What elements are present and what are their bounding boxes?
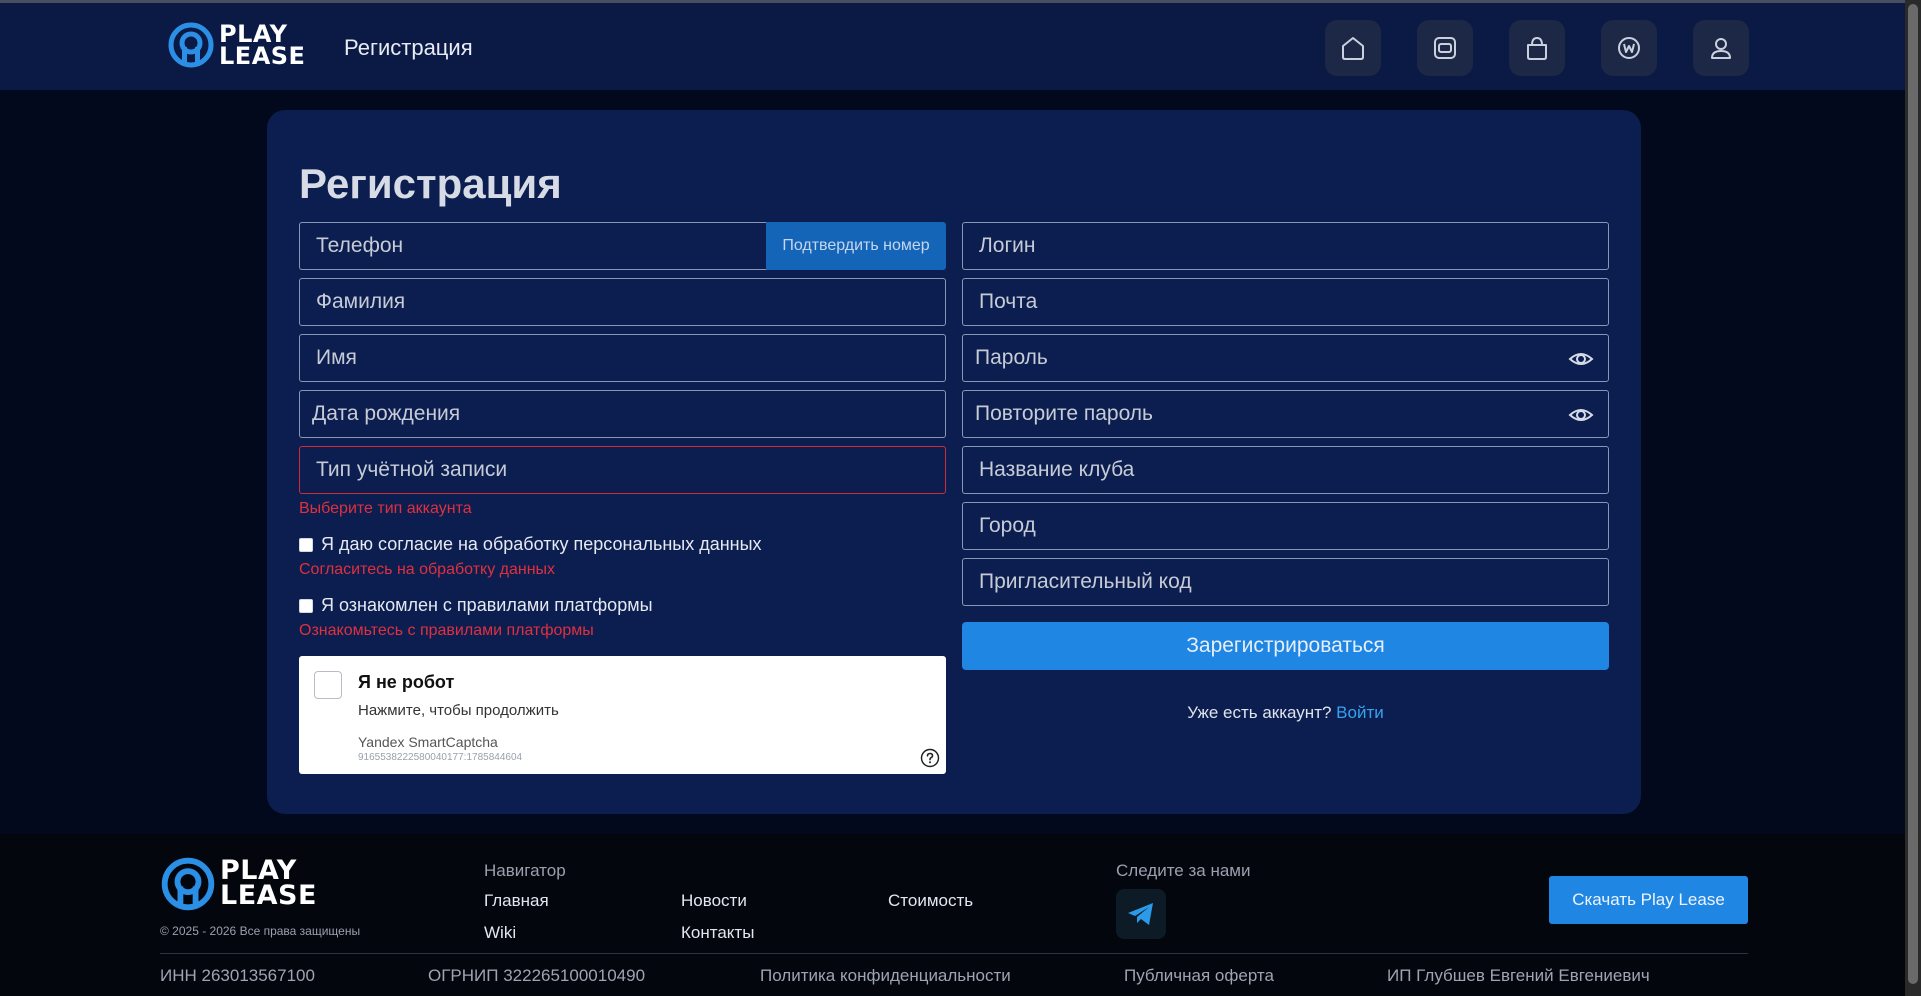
- confirm-phone-button[interactable]: Подтвердить номер: [766, 222, 946, 270]
- birthdate-input[interactable]: [300, 391, 945, 437]
- logo-icon: [168, 22, 214, 68]
- footer-link-contacts[interactable]: Контакты: [681, 923, 754, 943]
- footer-logo-wordmark: PLAY LEASE: [220, 857, 317, 911]
- login-link[interactable]: Войти: [1336, 703, 1384, 722]
- wallet-icon: [1434, 37, 1456, 59]
- registration-card: Регистрация Подтвердить номер Выберите т…: [267, 110, 1641, 814]
- site-footer: PLAY LEASE © 2025 - 2026 Все права защищ…: [0, 834, 1905, 996]
- follow-heading: Следите за нами: [1116, 861, 1251, 880]
- captcha-widget: Я не робот Нажмите, чтобы продолжить Yan…: [299, 656, 946, 774]
- footer-link-wiki[interactable]: Wiki: [484, 923, 516, 943]
- nav-profile-button[interactable]: [1693, 20, 1749, 76]
- public-offer-link[interactable]: Публичная оферта: [1124, 966, 1274, 986]
- telegram-icon: [1128, 903, 1153, 925]
- nav-home-button[interactable]: [1325, 20, 1381, 76]
- wiki-icon: [1618, 37, 1640, 59]
- captcha-title: Я не робот: [358, 672, 455, 692]
- logo-icon: [161, 857, 215, 911]
- footer-link-home[interactable]: Главная: [484, 891, 549, 911]
- consent-row[interactable]: Я даю согласие на обработку персональных…: [299, 534, 946, 555]
- phone-row: Подтвердить номер: [299, 222, 946, 278]
- password-input[interactable]: [963, 335, 1608, 381]
- copyright-text: © 2025 - 2026 Все права защищены: [160, 924, 361, 938]
- bag-icon: [1527, 36, 1547, 60]
- login-field-wrapper: [962, 222, 1609, 270]
- legal-inn: ИНН 263013567100: [160, 966, 315, 985]
- captcha-subtitle: Нажмите, чтобы продолжить: [358, 702, 559, 719]
- logo-line-2: LEASE: [219, 42, 306, 70]
- legal-ogrnip: ОГРНИП 322265100010490: [428, 966, 646, 985]
- email-field-wrapper: [962, 278, 1609, 326]
- footer-nav-heading: Навигатор: [484, 861, 566, 880]
- club-field-wrapper: [962, 446, 1609, 494]
- rules-error: Ознакомьтесь с правилами платформы: [299, 622, 594, 639]
- invite-field-wrapper: [962, 558, 1609, 606]
- consent-checkbox[interactable]: [299, 537, 313, 552]
- home-icon: [1342, 37, 1364, 60]
- privacy-policy-link[interactable]: Политика конфиденциальности: [760, 966, 1011, 986]
- account-type-error: Выберите тип аккаунта: [299, 500, 472, 517]
- header-page-title: Регистрация: [344, 35, 473, 60]
- consent-label: Я даю согласие на обработку персональных…: [321, 534, 762, 554]
- download-app-button[interactable]: Скачать Play Lease: [1549, 876, 1748, 924]
- firstname-input[interactable]: [300, 335, 945, 381]
- scrollbar-thumb[interactable]: [1908, 4, 1918, 984]
- register-button[interactable]: Зарегистрироваться: [962, 622, 1609, 670]
- city-input[interactable]: [963, 503, 1608, 549]
- footer-link-news[interactable]: Новости: [681, 891, 747, 911]
- site-logo[interactable]: PLAY LEASE: [167, 21, 305, 69]
- footer-logo-line-2: LEASE: [220, 880, 317, 911]
- header-nav: [1325, 20, 1749, 76]
- invite-code-input[interactable]: [963, 559, 1608, 605]
- form-right-column: Зарегистрироваться Уже есть аккаунт? Вой…: [962, 222, 1609, 723]
- account-type-select[interactable]: [300, 447, 945, 493]
- login-input[interactable]: [963, 223, 1608, 269]
- nav-shop-button[interactable]: [1509, 20, 1565, 76]
- logo-wordmark: PLAY LEASE: [219, 22, 306, 70]
- rules-label: Я ознакомлен с правилами платформы: [321, 595, 653, 615]
- footer-logo[interactable]: PLAY LEASE: [160, 856, 317, 912]
- footer-divider: [160, 953, 1748, 954]
- telegram-button[interactable]: [1116, 889, 1166, 939]
- password-field-wrapper: [962, 334, 1609, 382]
- captcha-id: 9165538222580040177:1785844604: [358, 752, 523, 763]
- login-prompt: Уже есть аккаунт? Войти: [962, 703, 1609, 723]
- eye-icon[interactable]: [1568, 402, 1594, 428]
- nav-wallet-button[interactable]: [1417, 20, 1473, 76]
- account-type-field-wrapper: [299, 446, 946, 494]
- lastname-field-wrapper: [299, 278, 946, 326]
- eye-icon[interactable]: [1568, 346, 1594, 372]
- password-repeat-input[interactable]: [963, 391, 1608, 437]
- footer-link-pricing[interactable]: Стоимость: [888, 891, 973, 911]
- lastname-input[interactable]: [300, 279, 945, 325]
- legal-entity: ИП Глубшев Евгений Евгениевич: [1387, 966, 1650, 985]
- nav-wiki-button[interactable]: [1601, 20, 1657, 76]
- help-icon[interactable]: [920, 748, 940, 768]
- city-field-wrapper: [962, 502, 1609, 550]
- club-name-input[interactable]: [963, 447, 1608, 493]
- user-icon: [1711, 38, 1731, 59]
- email-input[interactable]: [963, 279, 1608, 325]
- password-repeat-field-wrapper: [962, 390, 1609, 438]
- page-title: Регистрация: [299, 160, 562, 207]
- firstname-field-wrapper: [299, 334, 946, 382]
- site-header: PLAY LEASE Регистрация: [0, 3, 1905, 90]
- captcha-checkbox[interactable]: [314, 671, 342, 699]
- form-left-column: Подтвердить номер Выберите тип аккаунта …: [299, 222, 946, 774]
- rules-row[interactable]: Я ознакомлен с правилами платформы: [299, 595, 946, 616]
- have-account-text: Уже есть аккаунт?: [1187, 703, 1332, 722]
- consent-error: Согласитесь на обработку данных: [299, 561, 556, 578]
- phone-field-wrapper: [299, 222, 766, 270]
- page-scrollbar[interactable]: [1905, 0, 1921, 996]
- birthdate-field-wrapper: [299, 390, 946, 438]
- captcha-brand: Yandex SmartCaptcha: [358, 734, 498, 750]
- phone-input[interactable]: [300, 223, 766, 269]
- rules-checkbox[interactable]: [299, 598, 313, 613]
